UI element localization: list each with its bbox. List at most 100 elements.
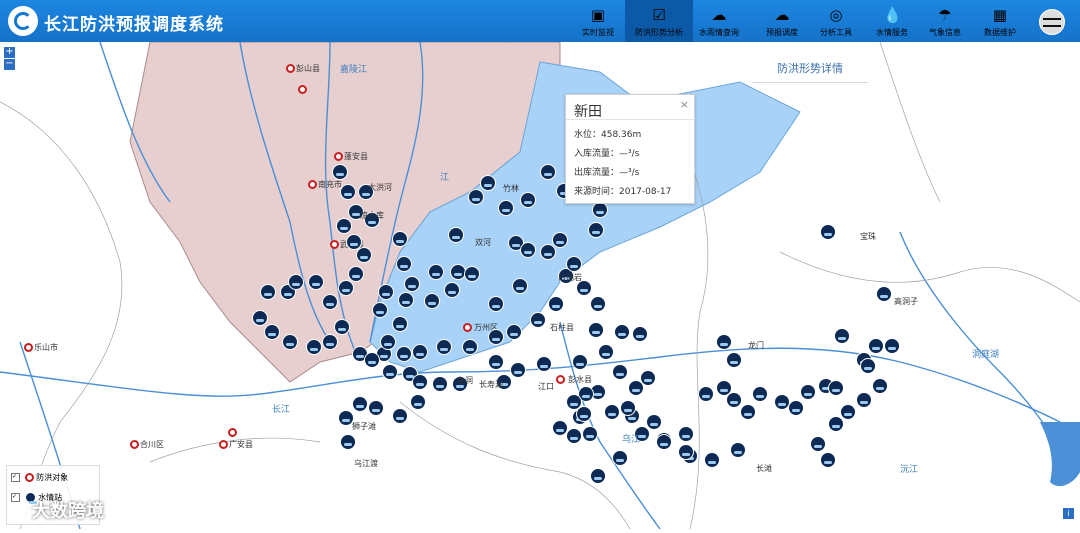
legend-item-flood-target[interactable]: ✓ 防洪对象	[11, 472, 68, 484]
station-marker[interactable]	[590, 296, 606, 312]
nav-tab[interactable]: ◎ 分析工具	[810, 0, 862, 42]
station-marker[interactable]	[820, 452, 836, 468]
station-marker[interactable]	[646, 414, 662, 430]
station-marker[interactable]	[392, 408, 408, 424]
station-marker[interactable]	[340, 434, 356, 450]
station-marker[interactable]	[356, 247, 372, 263]
station-marker[interactable]	[678, 444, 694, 460]
station-marker[interactable]	[530, 312, 546, 328]
flood-target[interactable]	[556, 375, 565, 384]
station-marker[interactable]	[704, 452, 720, 468]
station-marker[interactable]	[730, 442, 746, 458]
station-marker[interactable]	[506, 324, 522, 340]
station-marker[interactable]	[876, 286, 892, 302]
station-marker[interactable]	[412, 344, 428, 360]
station-marker[interactable]	[740, 404, 756, 420]
station-marker[interactable]	[800, 384, 816, 400]
station-marker[interactable]	[548, 296, 564, 312]
station-marker[interactable]	[346, 234, 362, 250]
station-marker[interactable]	[498, 200, 514, 216]
station-marker[interactable]	[552, 232, 568, 248]
station-marker[interactable]	[488, 296, 504, 312]
station-marker[interactable]	[392, 316, 408, 332]
station-marker[interactable]	[480, 175, 496, 191]
station-marker[interactable]	[306, 339, 322, 355]
station-marker[interactable]	[640, 370, 656, 386]
station-marker[interactable]	[576, 406, 592, 422]
station-marker[interactable]	[540, 164, 556, 180]
flood-target[interactable]	[130, 440, 139, 449]
station-marker[interactable]	[632, 326, 648, 342]
station-marker[interactable]	[716, 334, 732, 350]
station-marker[interactable]	[364, 352, 380, 368]
flood-target[interactable]	[286, 64, 295, 73]
flood-target[interactable]	[24, 343, 33, 352]
checkbox-icon[interactable]: ✓	[11, 493, 20, 502]
station-marker[interactable]	[282, 334, 298, 350]
station-marker[interactable]	[552, 420, 568, 436]
station-marker[interactable]	[788, 400, 804, 416]
station-marker[interactable]	[592, 202, 608, 218]
station-marker[interactable]	[322, 294, 338, 310]
station-marker[interactable]	[612, 450, 628, 466]
station-marker[interactable]	[656, 434, 672, 450]
station-marker[interactable]	[382, 364, 398, 380]
station-marker[interactable]	[488, 354, 504, 370]
station-marker[interactable]	[488, 329, 504, 345]
station-marker[interactable]	[860, 358, 876, 374]
station-marker[interactable]	[612, 364, 628, 380]
station-marker[interactable]	[566, 428, 582, 444]
station-marker[interactable]	[540, 244, 556, 260]
station-marker[interactable]	[264, 324, 280, 340]
station-marker[interactable]	[448, 227, 464, 243]
nav-tab[interactable]: ☁ 水雨情查询	[693, 0, 745, 42]
flood-target[interactable]	[330, 240, 339, 249]
station-marker[interactable]	[620, 400, 636, 416]
station-marker[interactable]	[332, 164, 348, 180]
station-marker[interactable]	[398, 292, 414, 308]
user-avatar[interactable]	[1039, 9, 1065, 35]
station-marker[interactable]	[392, 231, 408, 247]
nav-tab[interactable]: ▣ 实时监视	[572, 0, 624, 42]
flood-target[interactable]	[219, 440, 228, 449]
station-marker[interactable]	[698, 386, 714, 402]
station-marker[interactable]	[348, 266, 364, 282]
station-marker[interactable]	[412, 374, 428, 390]
nav-tab[interactable]: 💧 水情服务	[866, 0, 918, 42]
station-marker[interactable]	[604, 404, 620, 420]
station-marker[interactable]	[810, 436, 826, 452]
station-marker[interactable]	[678, 426, 694, 442]
station-marker[interactable]	[726, 352, 742, 368]
station-marker[interactable]	[308, 274, 324, 290]
station-marker[interactable]	[840, 404, 856, 420]
station-marker[interactable]	[428, 264, 444, 280]
station-marker[interactable]	[396, 346, 412, 362]
station-marker[interactable]	[582, 426, 598, 442]
station-marker[interactable]	[338, 280, 354, 296]
station-marker[interactable]	[462, 339, 478, 355]
station-marker[interactable]	[380, 334, 396, 350]
station-marker[interactable]	[726, 392, 742, 408]
station-marker[interactable]	[404, 276, 420, 292]
station-marker[interactable]	[520, 192, 536, 208]
station-marker[interactable]	[872, 378, 888, 394]
nav-tab[interactable]: ☁ 预报调度	[756, 0, 808, 42]
station-marker[interactable]	[588, 222, 604, 238]
station-marker[interactable]	[828, 380, 844, 396]
nav-tab[interactable]: ☑ 防洪形势分析	[625, 0, 693, 42]
station-marker[interactable]	[520, 242, 536, 258]
popup-close-button[interactable]: ×	[680, 98, 689, 111]
station-marker[interactable]	[752, 386, 768, 402]
station-marker[interactable]	[512, 278, 528, 294]
station-marker[interactable]	[820, 224, 836, 240]
flood-target[interactable]	[228, 428, 237, 437]
station-marker[interactable]	[352, 396, 368, 412]
station-marker[interactable]	[510, 362, 526, 378]
flood-map[interactable]: 乐山市 彭水县 蓬安县 南充市 武胜县 万州区 彭山县 广安县 合川区 大洪河 …	[0, 41, 1080, 530]
nav-tab[interactable]: ▦ 数据维护	[974, 0, 1026, 42]
station-marker[interactable]	[340, 184, 356, 200]
station-marker[interactable]	[468, 189, 484, 205]
flood-target[interactable]	[298, 85, 307, 94]
station-marker[interactable]	[614, 324, 630, 340]
station-marker[interactable]	[884, 338, 900, 354]
